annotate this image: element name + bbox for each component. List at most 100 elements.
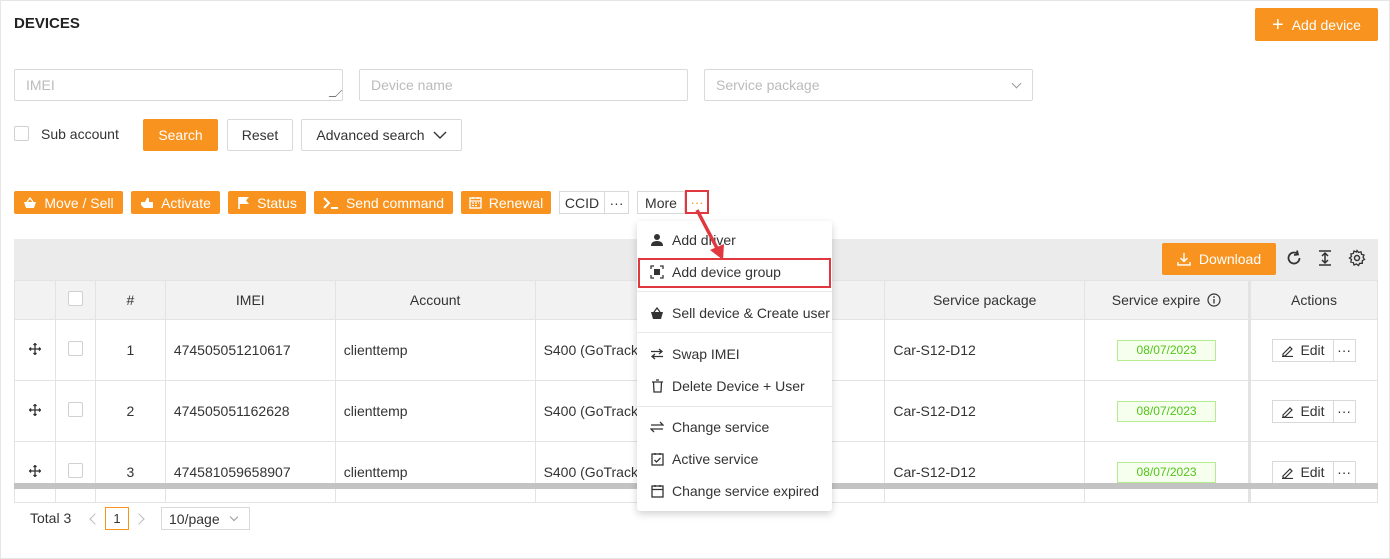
- renewal-button[interactable]: Renewal: [461, 191, 551, 214]
- row-select-cell: [54, 319, 96, 381]
- calendar-icon: [469, 196, 482, 209]
- refresh-icon[interactable]: [1285, 249, 1303, 267]
- menu-item-delete-device-user[interactable]: Delete Device + User: [637, 371, 832, 401]
- total-count: Total 3: [30, 510, 72, 526]
- trash-icon: [650, 379, 664, 393]
- next-page-icon[interactable]: [133, 513, 145, 525]
- row-service-expire: 08/07/2023: [1084, 441, 1250, 503]
- send-command-label: Send command: [345, 194, 445, 211]
- download-icon: [1177, 253, 1191, 266]
- edit-label: Edit: [1300, 464, 1325, 480]
- hand-pointer-icon: [140, 196, 154, 209]
- select-all-checkbox[interactable]: [67, 291, 83, 306]
- drag-move-icon[interactable]: [28, 464, 42, 478]
- row-service-package: Car-S12-D12: [884, 319, 1086, 381]
- drag-handle-cell: [14, 319, 56, 381]
- menu-item-swap-imei[interactable]: Swap IMEI: [637, 339, 832, 369]
- page-1-button[interactable]: 1: [105, 507, 129, 530]
- column-header-account: Account: [334, 280, 536, 320]
- ccid-button[interactable]: CCID: [559, 191, 605, 214]
- row-more-button[interactable]: ···: [1332, 461, 1355, 483]
- add-device-button[interactable]: + Add device: [1255, 8, 1378, 41]
- row-more-button[interactable]: ···: [1332, 400, 1355, 422]
- service-package-placeholder: Service package: [716, 77, 820, 93]
- column-header-service-expire: Service expire: [1084, 280, 1250, 320]
- menu-item-active-service[interactable]: Active service: [637, 444, 832, 474]
- calendar-icon: [650, 484, 664, 498]
- row-number: 1: [94, 319, 166, 381]
- column-height-icon[interactable]: [1316, 249, 1334, 267]
- edit-button[interactable]: Edit: [1273, 401, 1332, 422]
- edit-button[interactable]: Edit: [1273, 340, 1332, 361]
- activate-button[interactable]: Activate: [131, 191, 220, 214]
- service-package-select[interactable]: Service package: [704, 69, 1033, 101]
- sub-account-checkbox[interactable]: [14, 126, 29, 141]
- page-title: DEVICES: [14, 15, 80, 32]
- imei-input[interactable]: [14, 69, 343, 101]
- devices-page: DEVICES + Add device Service package Sub…: [0, 0, 1390, 559]
- column-header-number: #: [94, 280, 166, 320]
- menu-item-label: Sell device & Create user: [672, 305, 830, 321]
- ccid-more-button[interactable]: ···: [604, 191, 629, 214]
- terminal-icon: [323, 196, 339, 209]
- advanced-search-button[interactable]: Advanced search: [301, 119, 462, 151]
- menu-item-label: Swap IMEI: [672, 346, 740, 362]
- search-button[interactable]: Search: [143, 119, 218, 151]
- row-service-package: Car-S12-D12: [884, 380, 1086, 442]
- edit-button[interactable]: Edit: [1273, 462, 1332, 483]
- annotation-arrow-icon: [695, 209, 724, 260]
- menu-divider: [637, 291, 832, 292]
- info-circle-icon[interactable]: [1207, 293, 1221, 307]
- row-checkbox[interactable]: [67, 402, 83, 417]
- menu-item-sell-device-create-user[interactable]: Sell device & Create user: [637, 298, 832, 328]
- row-checkbox[interactable]: [67, 463, 83, 478]
- expire-badge: 08/07/2023: [1117, 400, 1217, 422]
- menu-item-label: Delete Device + User: [672, 378, 805, 394]
- menu-divider: [637, 406, 832, 407]
- menu-item-add-driver[interactable]: Add driver: [637, 225, 832, 255]
- move-sell-button[interactable]: Move / Sell: [14, 191, 123, 214]
- column-header-imei: IMEI: [164, 280, 336, 320]
- menu-item-label: Active service: [672, 451, 759, 467]
- row-account: clienttemp: [334, 319, 536, 381]
- drag-handle-cell: [14, 441, 56, 503]
- prev-page-icon[interactable]: [89, 513, 101, 525]
- edit-pencil-icon: [1282, 345, 1294, 357]
- advanced-search-label: Advanced search: [316, 127, 425, 143]
- expire-badge: 08/07/2023: [1117, 339, 1217, 361]
- row-account: clienttemp: [334, 380, 536, 442]
- row-edit-group: Edit ···: [1272, 338, 1356, 362]
- sub-account-label: Sub account: [41, 126, 119, 142]
- send-command-button[interactable]: Send command: [314, 191, 453, 214]
- row-number: 3: [94, 441, 166, 503]
- row-select-cell: [54, 380, 96, 442]
- menu-item-change-service[interactable]: Change service: [637, 412, 832, 442]
- reset-button[interactable]: Reset: [227, 119, 293, 151]
- chevron-down-icon: [229, 512, 239, 522]
- drag-move-icon[interactable]: [28, 403, 42, 417]
- add-device-group-highlight: [638, 258, 831, 288]
- download-button[interactable]: Download: [1162, 243, 1276, 275]
- row-select-cell: [54, 441, 96, 503]
- row-more-button[interactable]: ···: [1332, 339, 1355, 361]
- swap-icon: [650, 347, 664, 361]
- activate-label: Activate: [161, 194, 211, 211]
- driver-icon: [650, 233, 664, 247]
- page-size-select[interactable]: 10/page: [161, 507, 250, 530]
- drag-handle-cell: [14, 380, 56, 442]
- row-actions: Edit ···: [1248, 319, 1378, 381]
- drag-move-icon[interactable]: [28, 342, 42, 356]
- row-checkbox[interactable]: [67, 341, 83, 356]
- device-name-input[interactable]: [359, 69, 688, 101]
- expire-badge: 08/07/2023: [1117, 461, 1217, 483]
- row-edit-group: Edit ···: [1272, 460, 1356, 484]
- edit-pencil-icon: [1282, 406, 1294, 418]
- more-button[interactable]: More: [637, 191, 685, 214]
- edit-pencil-icon: [1282, 467, 1294, 479]
- chevron-down-icon: [1011, 78, 1022, 89]
- settings-gear-icon[interactable]: [1348, 249, 1366, 267]
- status-button[interactable]: Status: [228, 191, 306, 214]
- drag-column-header: [14, 280, 56, 320]
- column-header-actions: Actions: [1248, 280, 1378, 320]
- menu-item-change-service-expired[interactable]: Change service expired: [637, 476, 832, 506]
